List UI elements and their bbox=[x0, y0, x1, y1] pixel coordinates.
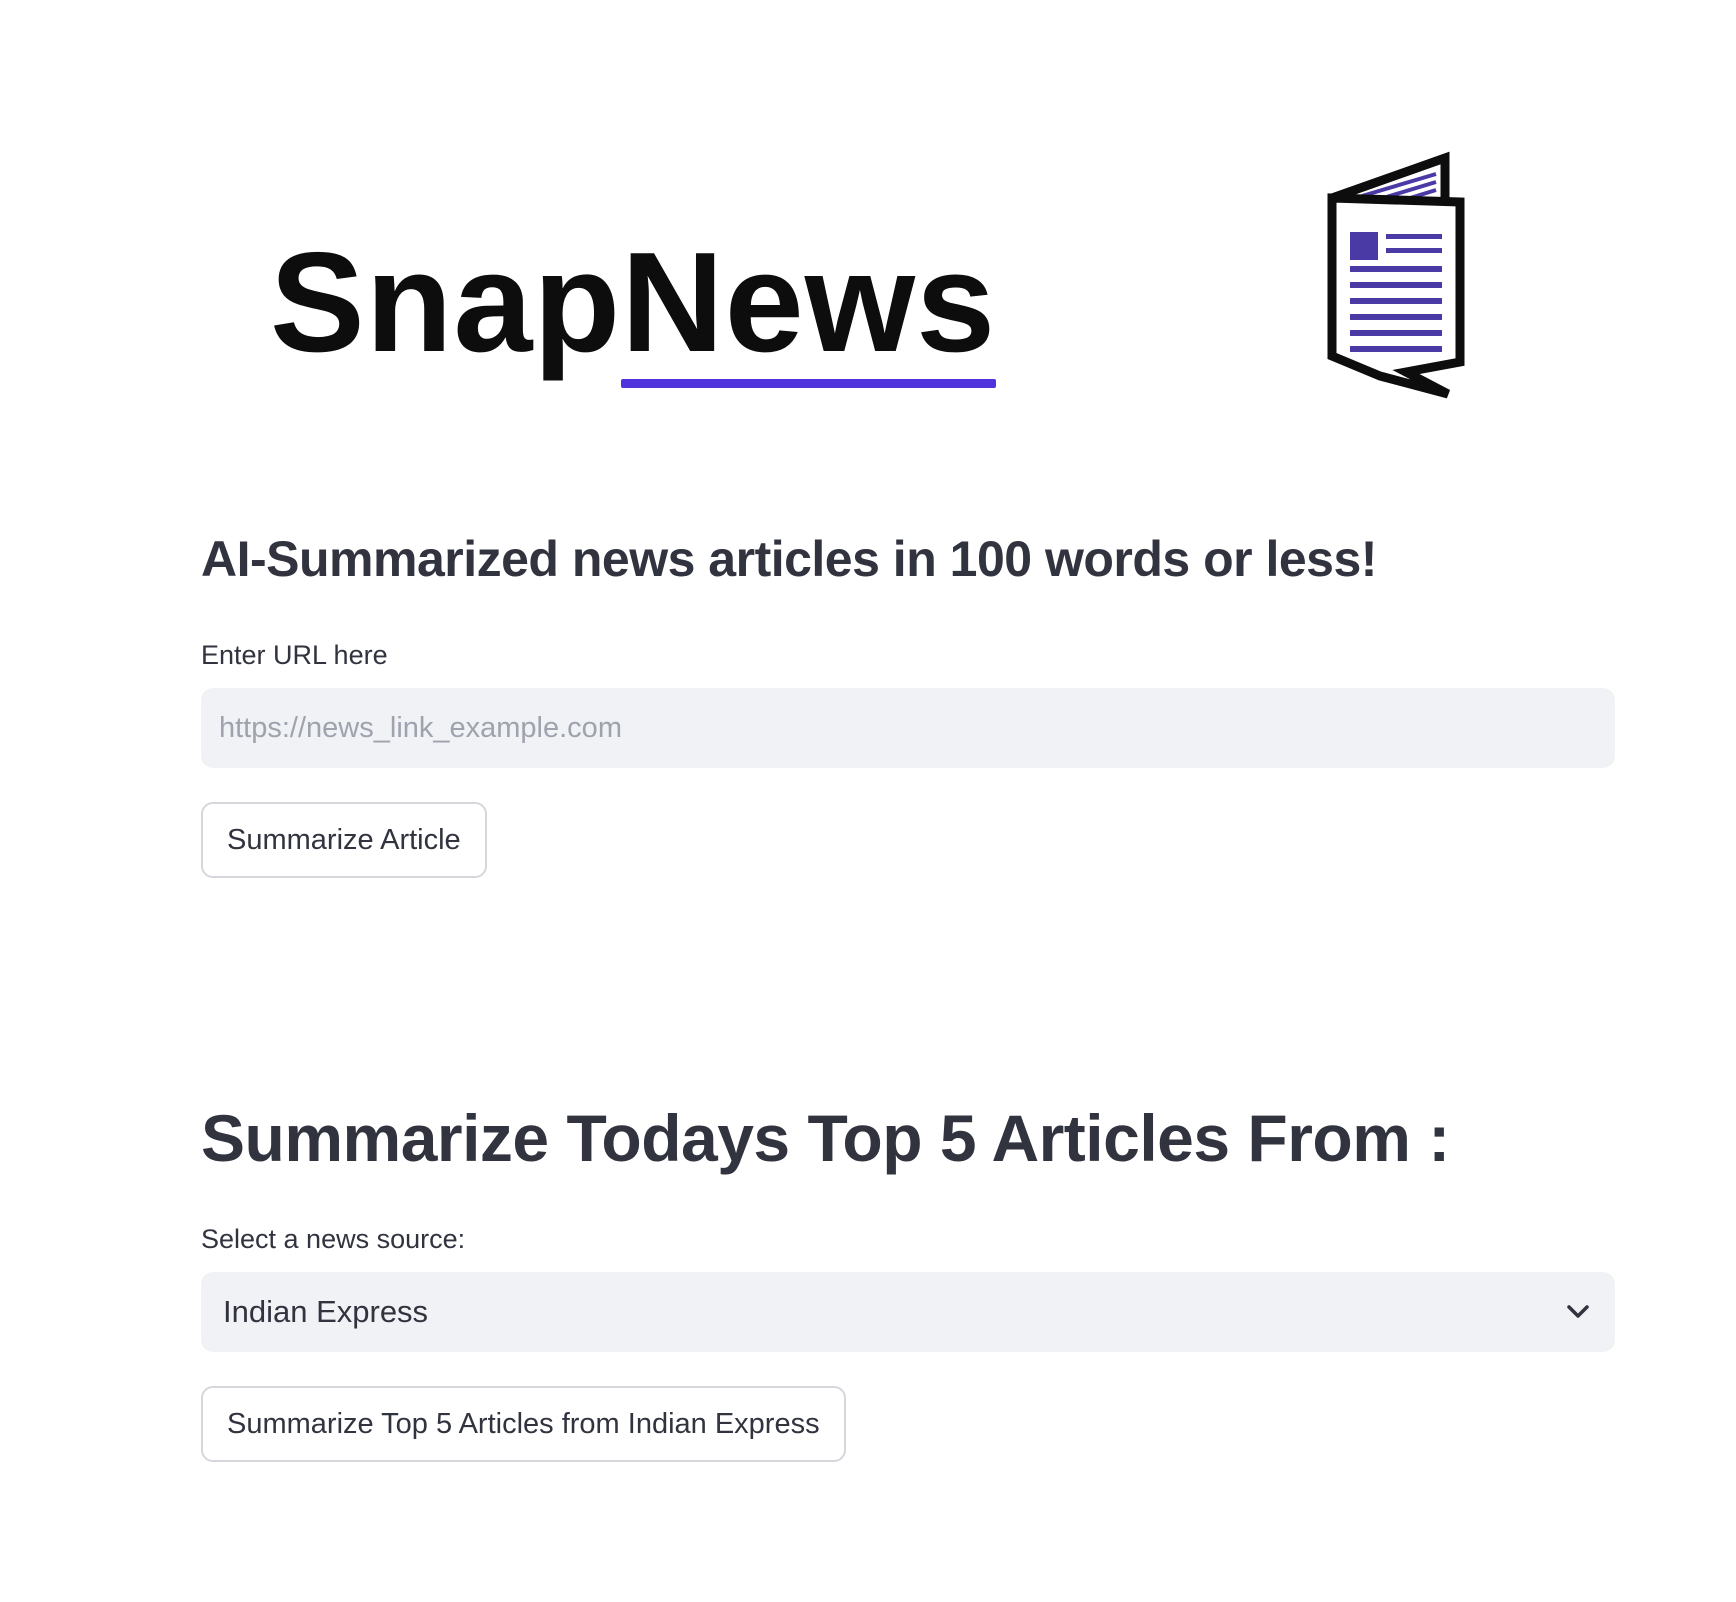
news-source-selected-value: Indian Express bbox=[223, 1294, 429, 1329]
brand-underline bbox=[621, 379, 997, 388]
summarize-article-button[interactable]: Summarize Article bbox=[201, 802, 487, 878]
news-source-label: Select a news source: bbox=[201, 1224, 466, 1254]
summarize-top5-button[interactable]: Summarize Top 5 Articles from Indian Exp… bbox=[201, 1386, 846, 1462]
chevron-down-icon bbox=[1565, 1299, 1591, 1325]
newspaper-icon bbox=[1327, 151, 1465, 399]
brand-name-snap: Snap bbox=[270, 223, 622, 382]
url-field-label: Enter URL here bbox=[201, 640, 388, 670]
news-source-select[interactable]: Indian Express bbox=[201, 1272, 1615, 1352]
brand-wordmark: Snap News bbox=[270, 223, 997, 388]
top-articles-heading: Summarize Todays Top 5 Articles From : bbox=[201, 1101, 1450, 1175]
brand-logo: Snap News bbox=[270, 223, 997, 402]
brand-name-news-text: News bbox=[621, 223, 997, 382]
brand-name-news: News bbox=[621, 232, 997, 388]
app-page: Snap News AI-Summarized news articles in… bbox=[0, 0, 1736, 1602]
url-input[interactable] bbox=[201, 688, 1615, 768]
tagline-heading: AI-Summarized news articles in 100 words… bbox=[201, 531, 1377, 587]
